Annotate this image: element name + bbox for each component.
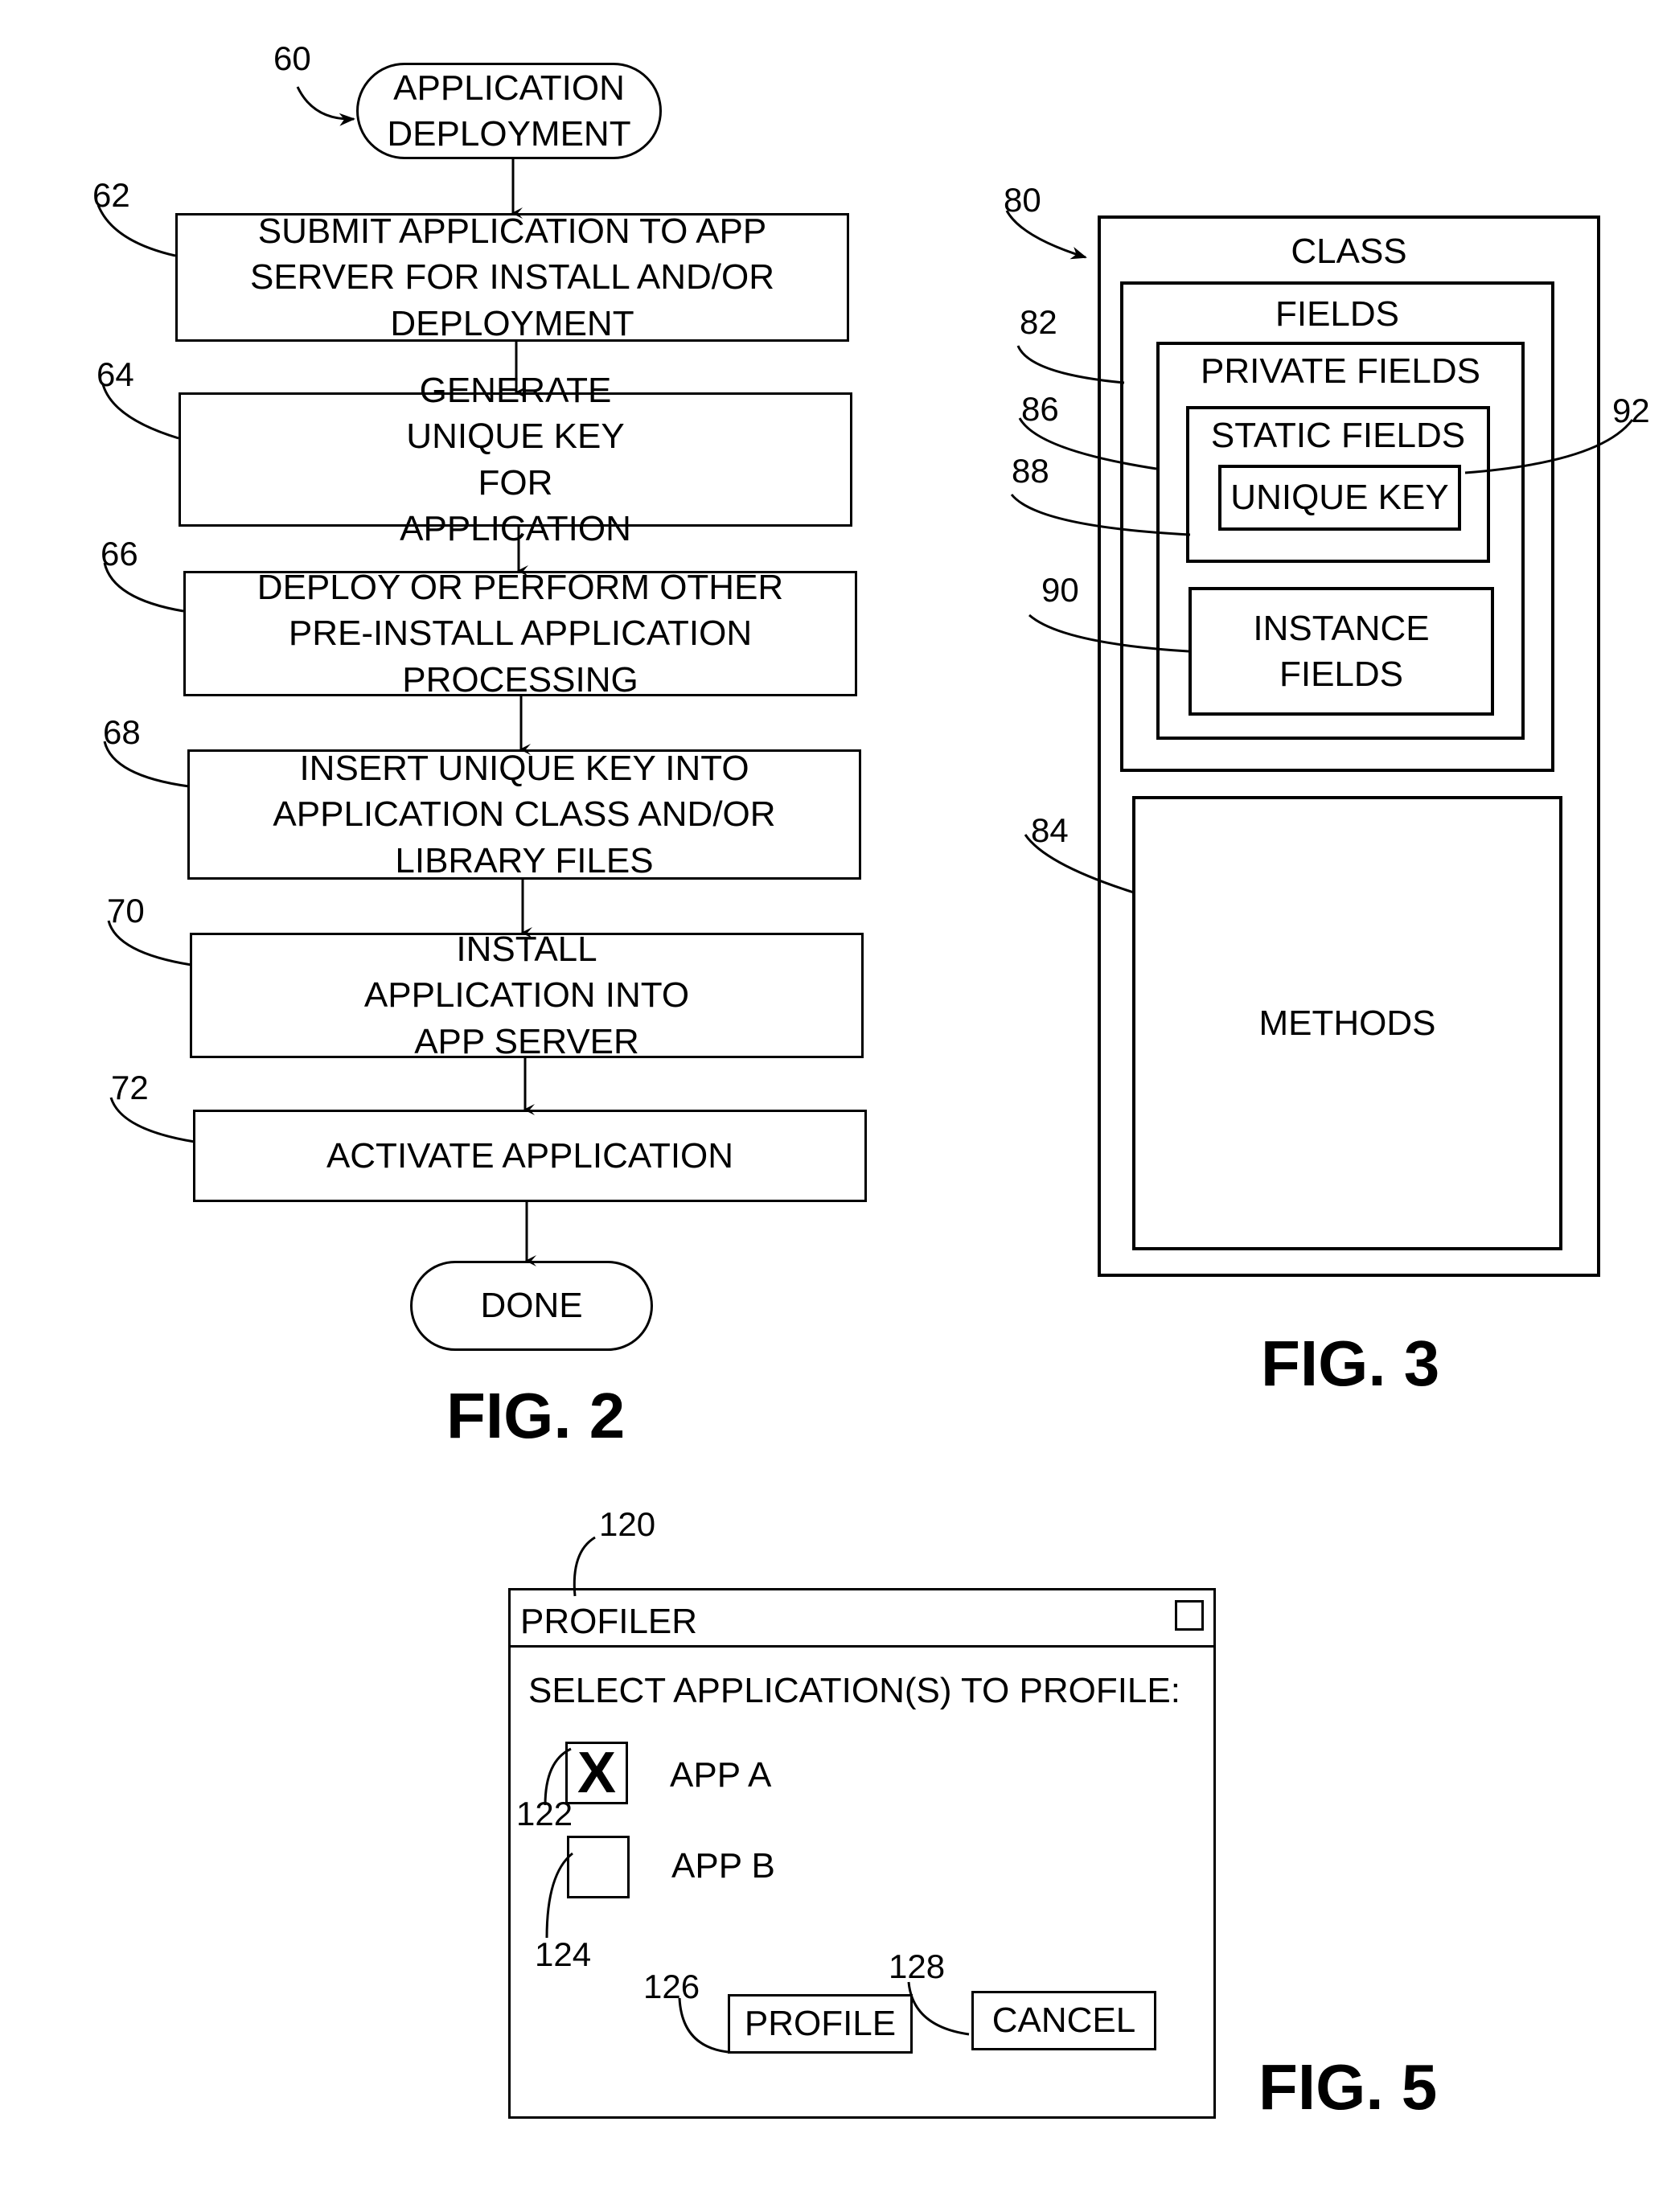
flow-step: INSERT UNIQUE KEY INTO APPLICATION CLASS… — [187, 749, 861, 880]
ref-number: 72 — [111, 1069, 149, 1106]
select-prompt: SELECT APPLICATION(S) TO PROFILE: — [528, 1671, 1180, 1710]
ref-leader-60 — [296, 86, 355, 126]
methods-box: METHODS — [1132, 796, 1562, 1250]
end-terminal: DONE — [410, 1261, 653, 1351]
flow-step: INSTALL APPLICATION INTO APP SERVER — [190, 930, 864, 1061]
ref-number: 124 — [535, 1935, 592, 1973]
window-title: PROFILER — [520, 1602, 698, 1641]
flow-step: SUBMIT APPLICATION TO APP SERVER FOR INS… — [175, 211, 849, 343]
ref-number: 64 — [96, 355, 134, 393]
figure-caption: FIG. 5 — [1258, 2051, 1438, 2123]
profiler-window: PROFILER SELECT APPLICATION(S) TO PROFIL… — [508, 1588, 1216, 2119]
checkmark-x-icon: X — [577, 1741, 617, 1805]
maximize-button[interactable] — [1175, 1600, 1204, 1631]
ref-number: 80 — [1004, 181, 1041, 219]
methods-label: METHODS — [1258, 1003, 1436, 1043]
ref-number: 90 — [1041, 571, 1079, 609]
ref-number: 126 — [643, 1968, 700, 2005]
app-a-checkbox[interactable]: X — [565, 1741, 628, 1805]
app-a-label: APP A — [670, 1755, 772, 1795]
ref-number: 92 — [1612, 392, 1650, 429]
flow-step: DEPLOY OR PERFORM OTHER PRE-INSTALL APPL… — [183, 568, 857, 700]
ref-number: 120 — [599, 1505, 656, 1543]
ref-number: 70 — [107, 892, 145, 930]
app-b-checkbox[interactable] — [567, 1836, 630, 1898]
profile-button[interactable]: PROFILE — [728, 1994, 913, 2054]
instance-fields-box: INSTANCE FIELDS — [1189, 587, 1494, 716]
figure-caption: FIG. 2 — [446, 1380, 626, 1451]
ref-number: 62 — [92, 176, 130, 214]
cancel-button[interactable]: CANCEL — [971, 1991, 1156, 2050]
ref-number: 128 — [889, 1947, 946, 1985]
ref-number: 84 — [1031, 811, 1069, 849]
ref-number: 88 — [1012, 452, 1049, 490]
ref-number: 86 — [1021, 390, 1059, 428]
instance-fields-label: INSTANCE FIELDS — [1253, 608, 1430, 694]
title-bar: PROFILER — [511, 1590, 1213, 1648]
unique-key-label: UNIQUE KEY — [1230, 478, 1449, 517]
unique-key-box: UNIQUE KEY — [1218, 465, 1461, 531]
app-b-label: APP B — [671, 1846, 775, 1886]
ref-number: 60 — [273, 39, 311, 77]
ref-number: 82 — [1020, 303, 1057, 341]
start-terminal: APPLICATION DEPLOYMENT — [356, 63, 662, 159]
ref-number: 66 — [101, 535, 138, 572]
flow-step: GENERATE UNIQUE KEY FOR APPLICATION — [179, 371, 852, 548]
ref-number: 122 — [516, 1795, 573, 1832]
ref-number: 68 — [103, 713, 141, 751]
figure-caption: FIG. 3 — [1261, 1328, 1440, 1399]
flow-step: ACTIVATE APPLICATION — [193, 1110, 867, 1202]
